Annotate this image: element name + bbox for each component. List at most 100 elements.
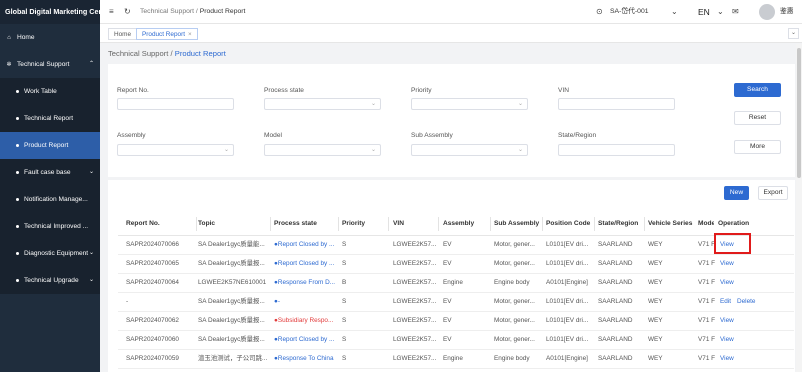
app-title: Global Digital Marketing Center bbox=[0, 0, 100, 24]
delete-link[interactable]: Delete bbox=[737, 298, 755, 305]
table-row: SAPR2024070059 渲玉池测试，子公司跳... ●Response To … bbox=[118, 350, 794, 369]
view-link[interactable]: View bbox=[720, 317, 734, 324]
sidebar-item-product-report[interactable]: Product Report bbox=[0, 132, 100, 159]
table-cell-operation: Edit Delete bbox=[720, 293, 790, 311]
table-cell-assembly: Engine bbox=[443, 355, 463, 362]
table-cell-position: A0101[Engine] bbox=[546, 355, 588, 362]
table-row: SAPR2024070064 LGWEE2K57NE610001 ●Response… bbox=[118, 274, 794, 293]
tab-home[interactable]: Home bbox=[108, 28, 138, 40]
table-cell-vin: LGWEE2K57... bbox=[393, 241, 437, 248]
view-link[interactable]: View bbox=[720, 279, 734, 286]
table-cell-mode: V71 F bbox=[698, 298, 716, 305]
edit-link[interactable]: Edit bbox=[720, 298, 731, 305]
state-region-input[interactable] bbox=[558, 144, 675, 156]
reset-button[interactable]: Reset bbox=[734, 111, 781, 125]
column-header: Assembly bbox=[443, 220, 475, 227]
table-cell-sub-assembly: Motor, gener... bbox=[494, 241, 535, 248]
new-button[interactable]: New bbox=[724, 186, 749, 200]
refresh-icon[interactable]: ↻ bbox=[124, 0, 131, 24]
chevron-down-icon[interactable]: ⌄ bbox=[671, 0, 678, 24]
table-row: SAPR2024070066 SA Dealer1gyc质量能... ●Report… bbox=[118, 236, 794, 255]
bullet-icon bbox=[16, 116, 19, 120]
chevron-down-icon[interactable]: ⌄ bbox=[788, 28, 799, 39]
table-cell-state: ●Response From D... bbox=[274, 279, 336, 286]
table-cell-operation: View bbox=[720, 331, 790, 349]
sidebar-item-technical-upgrade[interactable]: Technical Upgrade ⌄ bbox=[0, 267, 100, 294]
table-cell-operation: View bbox=[720, 312, 790, 330]
view-link[interactable]: View bbox=[720, 260, 734, 267]
table-cell-vin: LGWEE2K57... bbox=[393, 298, 437, 305]
table-cell-assembly: EV bbox=[443, 317, 452, 324]
page-breadcrumb-parent[interactable]: Technical Support bbox=[108, 49, 168, 58]
model-select[interactable]: ⌄ bbox=[264, 144, 381, 156]
chevron-down-icon: ⌄ bbox=[88, 277, 94, 283]
search-button[interactable]: Search bbox=[734, 83, 781, 97]
vin-input[interactable] bbox=[558, 98, 675, 110]
table-cell-report-no: SAPR2024070065 bbox=[126, 260, 179, 267]
sidebar-item-home[interactable]: ⌂ Home bbox=[0, 24, 100, 51]
sidebar-item-work-table[interactable]: Work Table bbox=[0, 78, 100, 105]
sidebar-item-notification-manage[interactable]: Notification Manage... bbox=[0, 186, 100, 213]
table-cell-series: WEY bbox=[648, 298, 663, 305]
table-cell-position: L0101[EV dri... bbox=[546, 336, 589, 343]
table-cell-vin: LGWEE2K57... bbox=[393, 336, 437, 343]
close-icon[interactable]: × bbox=[188, 31, 192, 38]
bullet-icon bbox=[16, 197, 19, 201]
language-selector[interactable]: EN bbox=[698, 0, 710, 24]
table-cell-state: ●Report Closed by ... bbox=[274, 260, 335, 267]
breadcrumb-current: Product Report bbox=[199, 8, 246, 15]
view-link[interactable]: View bbox=[720, 336, 734, 343]
page-breadcrumb: Technical Support / Product Report bbox=[108, 49, 226, 58]
chevron-down-icon: ⌄ bbox=[517, 147, 523, 153]
vertical-scrollbar[interactable] bbox=[796, 44, 802, 372]
menu-toggle-icon[interactable]: ≡ bbox=[109, 0, 114, 24]
state-region-label: State/Region bbox=[558, 132, 597, 139]
table-cell-report-no: SAPR2024070066 bbox=[126, 241, 179, 248]
priority-select[interactable]: ⌄ bbox=[411, 98, 528, 110]
sidebar-item-technical-support[interactable]: ✲ Technical Support ⌃ bbox=[0, 51, 100, 78]
breadcrumb-parent[interactable]: Technical Support bbox=[140, 8, 194, 15]
assembly-select[interactable]: ⌄ bbox=[117, 144, 234, 156]
chevron-down-icon: ⌄ bbox=[88, 250, 94, 256]
location-icon: ⊙ bbox=[596, 7, 603, 16]
tab-product-report[interactable]: Product Report × bbox=[136, 28, 198, 40]
table-cell-sub-assembly: Motor, gener... bbox=[494, 260, 535, 267]
table-cell-mode: V71 F bbox=[698, 279, 716, 286]
column-header: Topic bbox=[198, 220, 216, 227]
sidebar-item-technical-report[interactable]: Technical Report bbox=[0, 105, 100, 132]
report-no-input[interactable] bbox=[117, 98, 234, 110]
process-state-select[interactable]: ⌄ bbox=[264, 98, 381, 110]
user-name[interactable]: 鉴惠 bbox=[780, 0, 794, 24]
table-cell-series: WEY bbox=[648, 279, 663, 286]
table-cell-report-no: - bbox=[126, 298, 129, 305]
mail-icon[interactable]: ✉ bbox=[732, 0, 739, 24]
sidebar: Global Digital Marketing Center ⌂Home ✲T… bbox=[0, 0, 100, 372]
bullet-icon bbox=[16, 278, 19, 282]
table-cell-state: ●Report Closed by ... bbox=[274, 241, 335, 248]
avatar[interactable] bbox=[759, 4, 775, 20]
view-link[interactable]: View bbox=[720, 355, 734, 362]
table-cell-series: WEY bbox=[648, 260, 663, 267]
org-selector[interactable]: SA-岱代-001 bbox=[610, 0, 649, 24]
scrollbar-thumb[interactable] bbox=[797, 48, 801, 178]
table-cell-vin: LGWEE2K57... bbox=[393, 317, 437, 324]
table-cell-series: WEY bbox=[648, 241, 663, 248]
table-row: SAPR2024070060 SA Dealer1gyc质量报... ●Report… bbox=[118, 331, 794, 350]
table-cell-report-no: SAPR2024070060 bbox=[126, 336, 179, 343]
sidebar-item-diagnostic-equipment[interactable]: Diagnostic Equipment ⌄ bbox=[0, 240, 100, 267]
bullet-icon bbox=[16, 170, 19, 174]
table-cell-priority: S bbox=[342, 355, 347, 362]
table-cell-assembly: Engine bbox=[443, 279, 463, 286]
table-cell-assembly: EV bbox=[443, 260, 452, 267]
table-cell-mode: V71 F bbox=[698, 260, 716, 267]
table-cell-priority: B bbox=[342, 279, 347, 286]
export-button[interactable]: Export bbox=[758, 186, 788, 200]
sidebar-item-fault-case-base[interactable]: Fault case base ⌄ bbox=[0, 159, 100, 186]
chevron-down-icon[interactable]: ⌄ bbox=[717, 0, 724, 24]
model-label: Model bbox=[264, 132, 282, 139]
table-cell-report-no: SAPR2024070062 bbox=[126, 317, 179, 324]
sidebar-item-technical-improved[interactable]: Technical Improved ... bbox=[0, 213, 100, 240]
more-button[interactable]: More bbox=[734, 140, 781, 154]
table-cell-vin: LGWEE2K57... bbox=[393, 279, 437, 286]
sub-assembly-select[interactable]: ⌄ bbox=[411, 144, 528, 156]
